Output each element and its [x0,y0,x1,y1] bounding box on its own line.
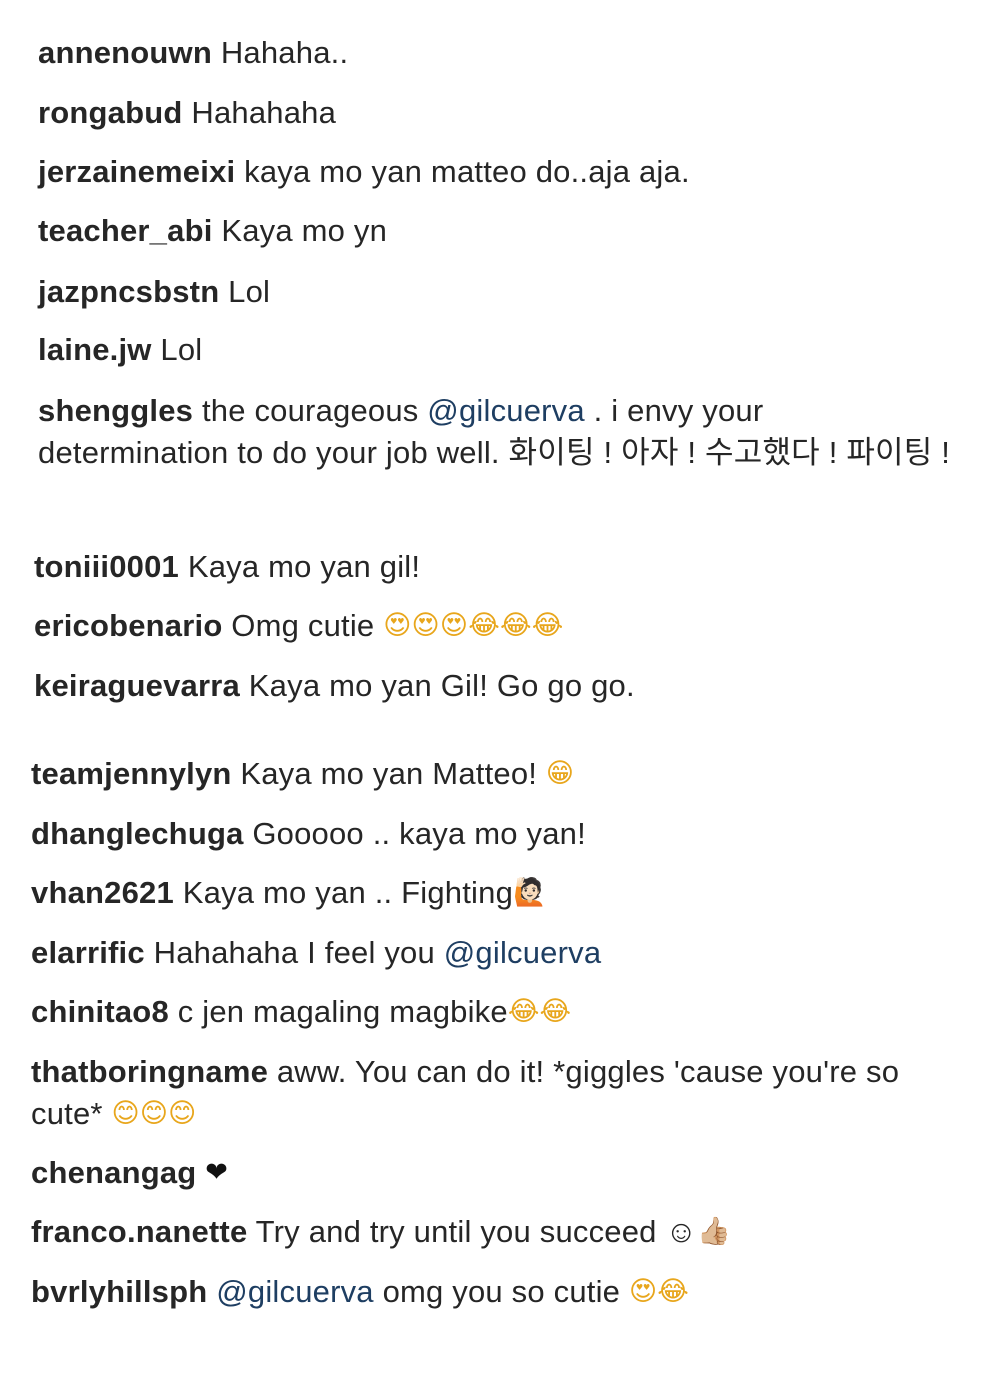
comment-username-link[interactable]: dhanglechuga [31,816,244,851]
comment-row: franco.nanette Try and try until you suc… [31,1211,961,1253]
comment-text: Kaya mo yan Matteo! [240,756,546,791]
comment-row: keiraguevarra Kaya mo yan Gil! Go go go. [34,665,954,707]
comment-row: chenangag ❤ [31,1152,961,1194]
comment-username-link[interactable]: thatboringname [31,1054,268,1089]
comment-text: Hahahaha I feel you [153,935,444,970]
comment-username-link[interactable]: teacher_abi [38,213,213,248]
comment-text: Kaya mo yan .. Fighting [182,875,514,910]
comment-username-link[interactable]: franco.nanette [31,1214,247,1249]
comment-username-link[interactable]: vhan2621 [31,875,174,910]
comment-row: toniii0001 Kaya mo yan gil! [34,546,954,588]
heart-eyes-and-tears-of-joy-emoji: 😍😂 [628,1276,690,1307]
comment-text: Kaya mo yn [221,213,388,248]
comment-username-link[interactable]: toniii0001 [34,549,179,584]
comment-row: bvrlyhillsph @gilcuerva omg you so cutie… [31,1271,961,1313]
comment-username-link[interactable]: jerzainemeixi [38,154,235,189]
comment-row: jazpncsbstn Lol [38,271,958,313]
comment-username-link[interactable]: ericobenario [34,608,222,643]
comment-row: dhanglechuga Gooooo .. kaya mo yan! [31,813,961,855]
comment-text: Lol [228,274,271,309]
comment-text: omg you so cutie [373,1274,629,1309]
comment-row: vhan2621 Kaya mo yan .. Fighting🙋🏻 [31,872,961,914]
comment-row: jerzainemeixi kaya mo yan matteo do..aja… [38,151,958,193]
comment-text: Hahahaha [191,95,337,130]
mention-link[interactable]: @gilcuerva [216,1274,374,1309]
comment-username-link[interactable]: chenangag [31,1155,196,1190]
comment-row: shenggles the courageous @gilcuerva . i … [38,390,958,474]
comment-text: Kaya mo yan gil! [187,549,421,584]
comment-username-link[interactable]: jazpncsbstn [38,274,219,309]
smiling-emoji: 😊😊😊 [111,1098,197,1129]
comment-row: ericobenario Omg cutie 😍😍😍😂😂😂 [34,605,954,647]
comment-row: teamjennylyn Kaya mo yan Matteo! 😁 [31,753,961,795]
comment-text: c jen magaling magbike [177,994,508,1029]
comment-username-link[interactable]: shenggles [38,393,193,428]
comment-username-link[interactable]: laine.jw [38,332,152,367]
comment-username-link[interactable]: annenouwn [38,35,212,70]
comment-row: elarrific Hahahaha I feel you @gilcuerva [31,932,961,974]
comment-username-link[interactable]: rongabud [38,95,183,130]
mention-link[interactable]: @gilcuerva [427,393,585,428]
comment-text: kaya mo yan matteo do..aja aja. [244,154,690,189]
comment-row: chinitao8 c jen magaling magbike😂😂 [31,991,961,1033]
comment-row: laine.jw Lol [38,329,958,371]
comment-username-link[interactable]: bvrlyhillsph [31,1274,207,1309]
comment-text: the courageous [201,393,428,428]
comment-text: Hahaha.. [220,35,349,70]
grinning-emoji: 😁 [545,758,575,789]
comment-username-link[interactable]: chinitao8 [31,994,169,1029]
heart-eyes-and-tears-of-joy-emoji: 😍😍😍😂😂😂 [383,610,564,641]
raising-hand-emoji: 🙋🏻 [513,877,547,908]
tears-of-joy-emoji: 😂😂 [507,996,572,1027]
comment-row: annenouwn Hahaha.. [38,32,958,74]
comment-text: Kaya mo yan Gil! Go go go. [248,668,635,703]
comment-row: rongabud Hahahaha [38,92,958,134]
comment-text: Lol [160,332,203,367]
comment-text: Try and try until you succeed ☺ [255,1214,698,1249]
comment-username-link[interactable]: elarrific [31,935,145,970]
comment-text: Gooooo .. kaya mo yan! [252,816,586,851]
comment-username-link[interactable]: keiraguevarra [34,668,240,703]
comment-text: Omg cutie [231,608,384,643]
mention-link[interactable]: @gilcuerva [444,935,602,970]
comment-row: thatboringname aww. You can do it! *gigg… [31,1051,961,1135]
comment-username-link[interactable]: teamjennylyn [31,756,232,791]
thumbs-up-emoji: 👍🏼 [697,1216,732,1247]
comment-row: teacher_abi Kaya mo yn [38,210,958,252]
heart-emoji: ❤ [205,1157,229,1188]
